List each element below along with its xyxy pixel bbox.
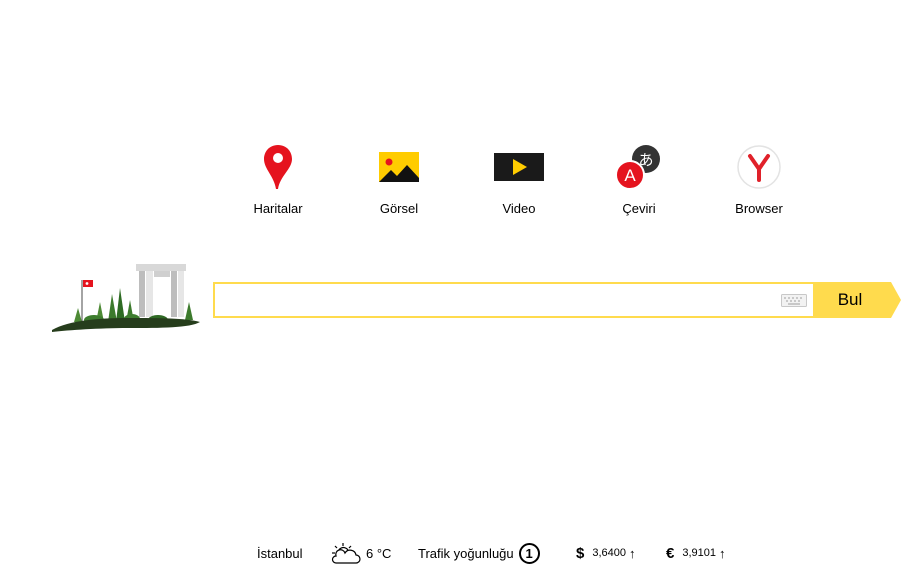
translate-icon: あ A bbox=[579, 142, 699, 192]
dollar-icon: $ bbox=[576, 544, 585, 562]
city-link[interactable]: İstanbul bbox=[257, 540, 303, 566]
traffic-label: Trafik yoğunluğu bbox=[418, 545, 514, 561]
service-browser[interactable]: Browser bbox=[699, 142, 819, 216]
yandex-home-page: Haritalar Görsel Video あ A Çeviri Browse… bbox=[0, 0, 918, 579]
video-play-icon bbox=[459, 142, 579, 192]
arrow-up-icon: ↑ bbox=[719, 545, 726, 561]
yandex-browser-icon bbox=[699, 142, 819, 192]
temperature: 6 °C bbox=[366, 545, 392, 561]
service-label: Haritalar bbox=[253, 201, 303, 216]
service-video[interactable]: Video bbox=[459, 142, 579, 216]
service-images[interactable]: Görsel bbox=[339, 142, 459, 216]
map-pin-icon bbox=[218, 142, 338, 192]
traffic-score: 1 bbox=[518, 542, 540, 564]
service-label: Video bbox=[502, 201, 536, 216]
svg-text:A: A bbox=[624, 166, 636, 185]
search-form: Bul bbox=[213, 282, 903, 318]
info-bar: İstanbul 6 °C Trafik yoğunluğu 1 $ 3,640… bbox=[0, 540, 918, 566]
keyboard-icon[interactable] bbox=[781, 294, 807, 307]
image-icon bbox=[339, 142, 459, 192]
euro-icon: € bbox=[666, 544, 675, 562]
eur-value: 3,9101 bbox=[682, 547, 716, 559]
service-translate[interactable]: あ A Çeviri bbox=[579, 142, 699, 216]
search-button[interactable]: Bul bbox=[813, 282, 901, 318]
search-box bbox=[213, 282, 813, 318]
service-label: Görsel bbox=[379, 201, 419, 216]
traffic-widget[interactable]: Trafik yoğunluğu 1 bbox=[418, 540, 540, 566]
arrow-up-icon: ↑ bbox=[629, 545, 636, 561]
usd-rate[interactable]: $ 3,6400 ↑ bbox=[576, 540, 636, 566]
eur-rate[interactable]: € 3,9101 ↑ bbox=[666, 540, 726, 566]
holiday-logo[interactable] bbox=[50, 258, 202, 336]
services-row: Haritalar Görsel Video あ A Çeviri Browse… bbox=[218, 142, 818, 222]
weather-widget[interactable]: 6 °C bbox=[330, 540, 391, 566]
service-maps[interactable]: Haritalar bbox=[218, 142, 338, 216]
usd-value: 3,6400 bbox=[592, 547, 626, 559]
service-label: Çeviri bbox=[622, 201, 656, 216]
partly-cloudy-icon bbox=[331, 543, 361, 564]
search-input[interactable] bbox=[221, 288, 777, 314]
service-label: Browser bbox=[735, 201, 783, 216]
